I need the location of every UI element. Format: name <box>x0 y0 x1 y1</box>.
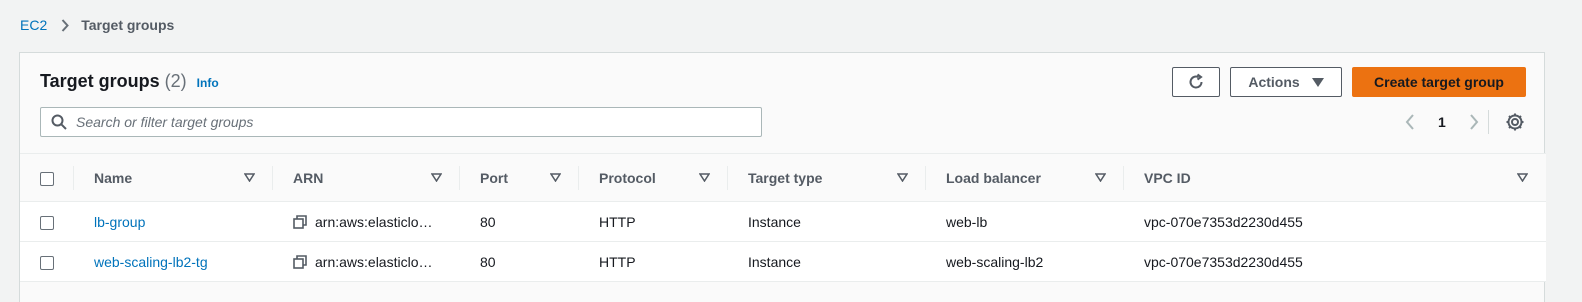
target-type-cell: Instance <box>728 241 926 282</box>
port-cell: 80 <box>460 201 579 242</box>
refresh-button[interactable] <box>1172 67 1220 97</box>
search-icon <box>51 114 67 130</box>
breadcrumb-ec2-link[interactable]: EC2 <box>20 17 47 33</box>
search-box <box>40 107 762 137</box>
table-row[interactable]: lb-group arn:aws:elasticlo… 80 HTTP Inst… <box>20 201 1546 242</box>
actions-label: Actions <box>1248 74 1300 90</box>
target-group-name-link[interactable]: lb-group <box>94 214 145 230</box>
filter-icon[interactable] <box>1095 173 1106 182</box>
filter-icon[interactable] <box>550 173 561 182</box>
column-header-vpc-id[interactable]: VPC ID <box>1124 153 1546 202</box>
pagination: 1 <box>1400 111 1484 133</box>
copy-icon[interactable] <box>293 214 307 229</box>
breadcrumb-current: Target groups <box>81 17 175 33</box>
target-groups-table: Name ARN Port Protocol Target type Load … <box>20 153 1546 282</box>
breadcrumb: EC2 Target groups <box>20 16 174 34</box>
vpc-id-cell: vpc-070e7353d2230d455 <box>1124 201 1546 242</box>
target-type-cell: Instance <box>728 201 926 242</box>
actions-button[interactable]: Actions <box>1230 67 1342 97</box>
protocol-cell: HTTP <box>579 241 728 282</box>
arn-value: arn:aws:elasticlo… <box>315 213 433 230</box>
refresh-icon <box>1187 73 1205 91</box>
divider <box>1488 110 1489 134</box>
page-number[interactable]: 1 <box>1438 114 1446 130</box>
filter-icon[interactable] <box>699 173 710 182</box>
select-all-cell <box>20 153 74 202</box>
caret-down-icon <box>1311 77 1324 87</box>
title-count: (2) <box>164 71 187 91</box>
table-row[interactable]: web-scaling-lb2-tg arn:aws:elasticlo… 80… <box>20 241 1546 282</box>
column-header-target-type[interactable]: Target type <box>728 153 926 202</box>
title-text: Target groups <box>40 71 160 91</box>
column-header-name[interactable]: Name <box>74 153 273 202</box>
copy-icon[interactable] <box>293 254 307 269</box>
load-balancer-cell: web-lb <box>926 201 1124 242</box>
column-header-arn[interactable]: ARN <box>273 153 460 202</box>
chevron-right-icon[interactable] <box>1464 114 1484 130</box>
search-input[interactable] <box>76 114 756 130</box>
chevron-left-icon[interactable] <box>1400 114 1420 130</box>
arn-value: arn:aws:elasticlo… <box>315 253 433 270</box>
panel-header: Target groups (2) Info Actions Create ta… <box>20 53 1544 153</box>
target-group-name-link[interactable]: web-scaling-lb2-tg <box>94 254 208 270</box>
create-target-group-button[interactable]: Create target group <box>1352 67 1526 97</box>
settings-icon[interactable] <box>1505 112 1525 132</box>
info-link[interactable]: Info <box>197 76 219 90</box>
target-groups-panel: Target groups (2) Info Actions Create ta… <box>19 52 1546 302</box>
page-title: Target groups (2) Info <box>40 71 219 92</box>
filter-icon[interactable] <box>1517 173 1528 182</box>
chevron-right-icon <box>61 18 70 32</box>
column-header-protocol[interactable]: Protocol <box>579 153 728 202</box>
column-header-load-balancer[interactable]: Load balancer <box>926 153 1124 202</box>
select-all-checkbox[interactable] <box>40 171 54 186</box>
filter-icon[interactable] <box>431 173 442 182</box>
row-checkbox[interactable] <box>40 215 54 230</box>
port-cell: 80 <box>460 241 579 282</box>
filter-icon[interactable] <box>244 173 255 182</box>
load-balancer-cell: web-scaling-lb2 <box>926 241 1124 282</box>
table-header-row: Name ARN Port Protocol Target type Load … <box>20 153 1546 202</box>
protocol-cell: HTTP <box>579 201 728 242</box>
column-header-port[interactable]: Port <box>460 153 579 202</box>
filter-icon[interactable] <box>897 173 908 182</box>
row-checkbox[interactable] <box>40 255 54 270</box>
vpc-id-cell: vpc-070e7353d2230d455 <box>1124 241 1546 282</box>
